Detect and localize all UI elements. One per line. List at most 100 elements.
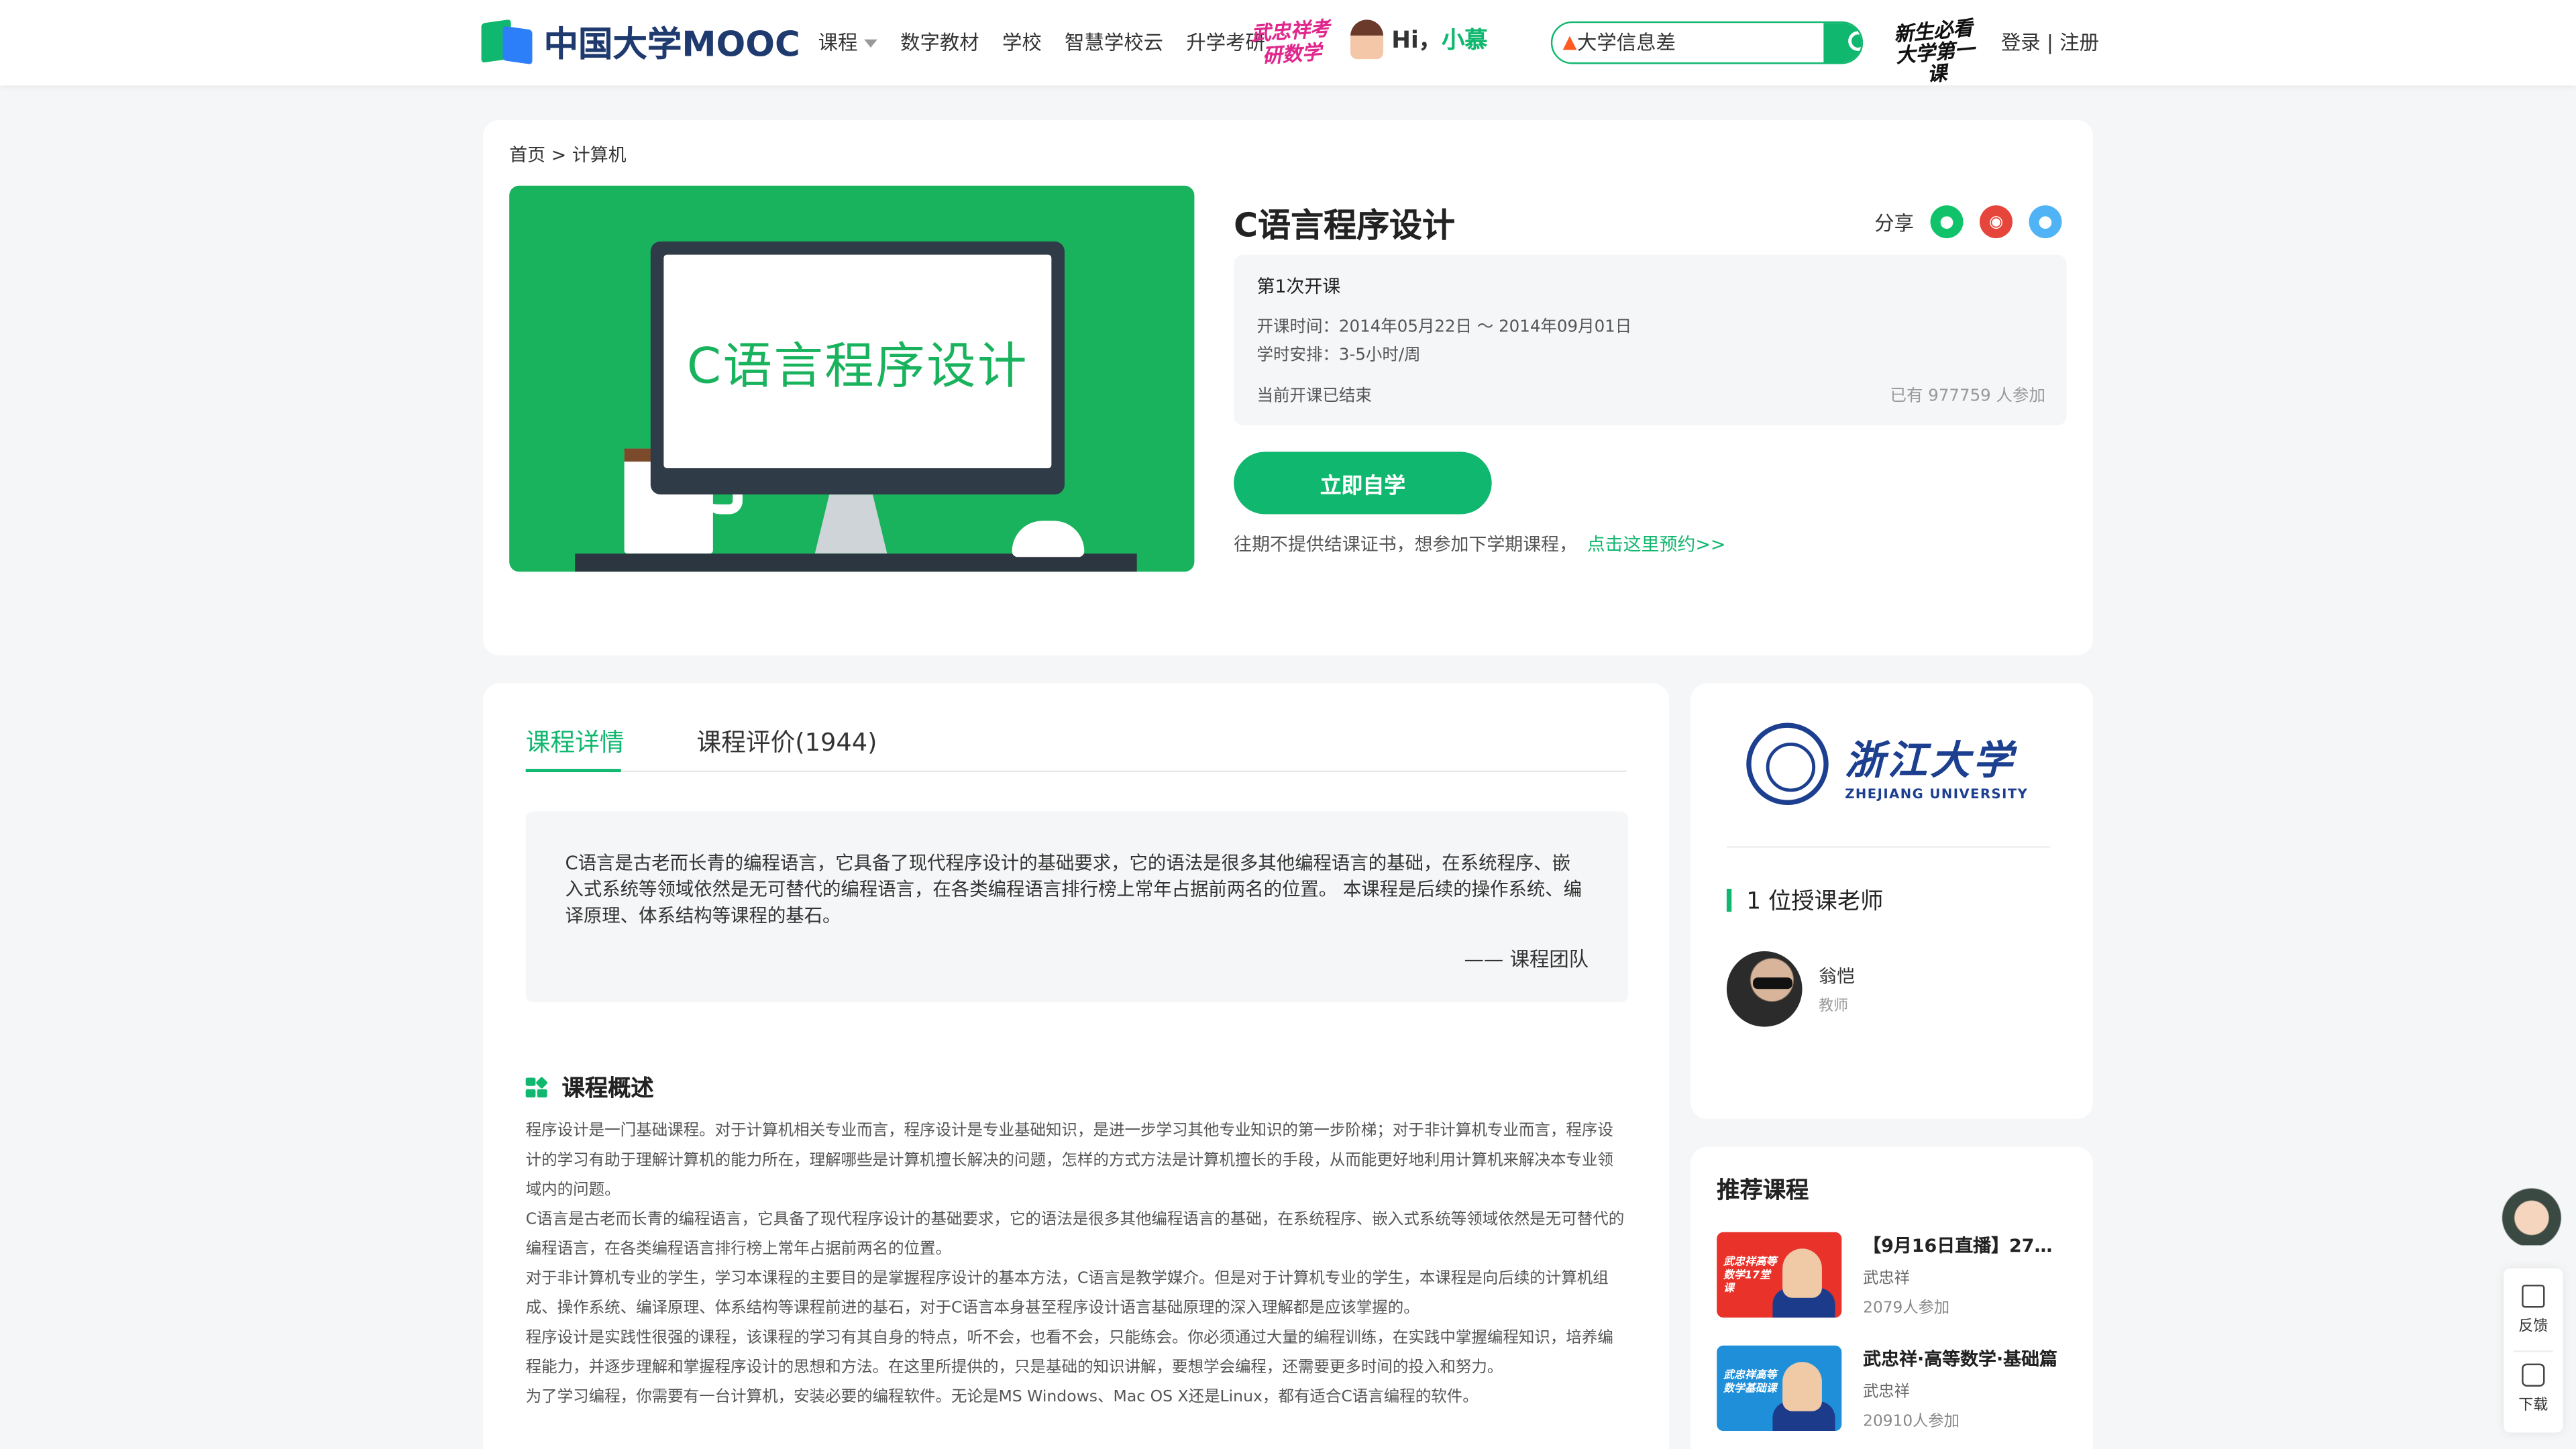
auth-links: 登录 | 注册 <box>2000 31 2100 54</box>
search-icon <box>1848 31 1862 51</box>
feedback-button[interactable]: 反馈 <box>2504 1285 2563 1336</box>
search-button[interactable] <box>1823 23 1862 63</box>
university-seal-icon <box>1746 722 1829 806</box>
logo-icon <box>481 19 537 65</box>
overview-title: 课程概述 <box>561 1076 654 1103</box>
greeting-prefix: Hi， <box>1391 28 1442 54</box>
logo-text: 中国大学MOOC <box>543 24 800 64</box>
participant-count: 已有 977759 人参加 <box>1890 387 2045 406</box>
share-bar: 分享 ● ◉ ● <box>1874 205 2062 239</box>
course-detail-card: 课程详情 课程评价(1944) C语言是古老而长青的编程语言，它具备了现代程序设… <box>483 683 1670 1449</box>
recommended-course-title: 【9月16日直播】27考研数学... <box>1863 1235 2067 1257</box>
feedback-label: 反馈 <box>2518 1319 2548 1336</box>
school-card: 浙江大学 ZHEJIANG UNIVERSITY 1 位授课老师 翁恺 教师 <box>1690 683 2094 1119</box>
tab-course-reviews[interactable]: 课程评价(1944) <box>696 724 877 759</box>
breadcrumb: 首页 > 计算机 <box>509 142 626 168</box>
teachers-heading: 1 位授课老师 <box>1726 884 1884 917</box>
recommended-course-title: 武忠祥·高等数学·基础篇 <box>1863 1348 2058 1371</box>
school-logo[interactable]: 浙江大学 ZHEJIANG UNIVERSITY <box>1746 722 2029 806</box>
nav-label: 课程 <box>818 31 858 54</box>
recommended-course-count: 2079人参加 <box>1863 1299 1950 1318</box>
intro-signature: —— 课程团队 <box>1464 948 1589 971</box>
course-thumbnail: 武忠祥高等数学17堂课 <box>1717 1232 1842 1318</box>
tab-course-detail[interactable]: 课程详情 <box>526 724 625 759</box>
teacher-avatar <box>1726 951 1803 1027</box>
mascot-avatar <box>1350 19 1384 60</box>
teacher-item[interactable]: 翁恺 教师 <box>1726 951 1855 1027</box>
recommended-courses-card: 推荐课程 武忠祥高等数学17堂课 【9月16日直播】27考研数学... 武忠祥 … <box>1690 1146 2094 1449</box>
next-term-note: 往期不提供结课证书，想参加下学期课程， 点击这里预约>> <box>1234 531 1725 557</box>
teacher-role: 教师 <box>1819 998 1849 1016</box>
school-name-en: ZHEJIANG UNIVERSITY <box>1845 786 2029 801</box>
thumbnail-text: 武忠祥高等数学17堂课 <box>1723 1255 1777 1295</box>
edit-icon <box>2522 1285 2545 1308</box>
overview-paragraph: 对于非计算机专业的学生，学习本课程的主要目的是掌握程序设计的基本方法，C语言是教… <box>525 1270 1609 1318</box>
time-label: 开课时间： <box>1256 319 1339 337</box>
register-link[interactable]: 注册 <box>2059 32 2099 54</box>
grid-icon <box>525 1075 548 1098</box>
mouse-illustration <box>1012 521 1085 557</box>
hours-value: 3-5小时/周 <box>1338 346 1421 365</box>
active-tab-indicator <box>525 769 621 773</box>
search-box: ▲ <box>1550 21 1864 64</box>
qq-icon[interactable]: ● <box>2029 205 2062 239</box>
site-logo[interactable]: 中国大学MOOC <box>481 19 800 65</box>
hours-label: 学时安排： <box>1256 346 1339 365</box>
nav-item-smart-school-cloud[interactable]: 智慧学校云 <box>1065 28 1163 56</box>
fire-icon: ▲ <box>1562 31 1577 53</box>
overview-paragraph: C语言是古老而长青的编程语言，它具备了现代程序设计的基础要求，它的语法是很多其他… <box>525 1210 1625 1258</box>
recommended-course-item[interactable]: 武忠祥高等数学基础课 武忠祥·高等数学·基础篇 武忠祥 20910人参加 <box>1717 1345 2070 1438</box>
detail-tabs: 课程详情 课程评价(1944) <box>525 723 1627 773</box>
recommended-course-author: 武忠祥 <box>1863 1270 1910 1289</box>
monitor-illustration: C语言程序设计 <box>650 241 1065 495</box>
course-thumbnail: 武忠祥高等数学基础课 <box>1717 1345 1842 1432</box>
recommended-course-count: 20910人参加 <box>1863 1413 1960 1432</box>
intro-text: C语言是古老而长青的编程语言，它具备了现代程序设计的基础要求，它的语法是很多其他… <box>565 853 1582 927</box>
course-title: C语言程序设计 <box>1234 205 1456 245</box>
cover-title: C语言程序设计 <box>686 338 1028 396</box>
login-link[interactable]: 登录 <box>2001 32 2041 54</box>
reserve-link[interactable]: 点击这里预约>> <box>1587 534 1726 555</box>
overview-body: 程序设计是一门基础课程。对于计算机相关专业而言，程序设计是专业基础知识，是进一步… <box>526 1117 1627 1413</box>
breadcrumb-separator: > <box>551 144 567 166</box>
chevron-down-icon <box>864 39 877 48</box>
course-header-card: 首页 > 计算机 C语言程序设计 C语言程序设计 分享 ● ◉ ● 第1次开课 … <box>483 119 2094 656</box>
main-nav: 课程 数字教材 学校 智慧学校云 升学考研 <box>818 28 1289 56</box>
download-button[interactable]: 下载 <box>2504 1363 2563 1415</box>
recommended-course-author: 武忠祥 <box>1863 1383 1910 1401</box>
nav-item-schools[interactable]: 学校 <box>1002 28 1042 56</box>
thumbnail-text: 武忠祥高等数学基础课 <box>1723 1368 1777 1395</box>
overview-paragraph: 程序设计是实践性很强的课程，该课程的学习有其自身的特点，听不会，也看不会，只能练… <box>525 1329 1613 1377</box>
assistant-mascot-icon[interactable] <box>2498 1173 2565 1246</box>
top-nav-bar: 中国大学MOOC 课程 数字教材 学校 智慧学校云 升学考研 武忠祥考研数学 H… <box>0 0 2576 86</box>
phone-icon <box>2522 1363 2545 1387</box>
school-name-zh: 浙江大学 <box>1845 737 2016 783</box>
overview-paragraph: 程序设计是一门基础课程。对于计算机相关专业而言，程序设计是专业基础知识，是进一步… <box>525 1122 1613 1199</box>
teachers-title: 1 位授课老师 <box>1746 888 1884 916</box>
share-label: 分享 <box>1874 211 1915 234</box>
promo-banner-freshman[interactable]: 新生必看大学第一课 <box>1886 16 1984 89</box>
search-input[interactable] <box>1577 23 1824 63</box>
promo-banner-math[interactable]: 武忠祥考研数学 <box>1247 17 1336 68</box>
greeting-text: Hi，小慕 <box>1391 23 1487 56</box>
side-toolbar: 反馈 下载 <box>2504 1268 2563 1433</box>
overview-heading: 课程概述 <box>525 1071 654 1104</box>
breadcrumb-current[interactable]: 计算机 <box>572 145 627 166</box>
course-cover-image: C语言程序设计 <box>509 185 1195 572</box>
time-value: 2014年05月22日 ～ 2014年09月01日 <box>1338 319 1632 337</box>
recommended-course-item[interactable]: 武忠祥高等数学17堂课 【9月16日直播】27考研数学... 武忠祥 2079人… <box>1717 1232 2070 1324</box>
term-info-box: 第1次开课 开课时间：2014年05月22日 ～ 2014年09月01日 学时安… <box>1234 254 2067 426</box>
self-study-button[interactable]: 立即自学 <box>1234 451 1492 515</box>
nav-item-digital-textbook[interactable]: 数字教材 <box>900 28 979 56</box>
recommend-title: 推荐课程 <box>1717 1177 1809 1205</box>
term-status: 当前开课已结束 <box>1256 387 1372 406</box>
breadcrumb-home[interactable]: 首页 <box>509 145 545 166</box>
course-intro-quote: C语言是古老而长青的编程语言，它具备了现代程序设计的基础要求，它的语法是很多其他… <box>525 811 1628 1002</box>
weibo-icon[interactable]: ◉ <box>1980 205 2013 239</box>
nav-item-courses[interactable]: 课程 <box>818 28 877 56</box>
greeting-name: 小慕 <box>1442 28 1488 54</box>
term-schedule: 开课时间：2014年05月22日 ～ 2014年09月01日 学时安排：3-5小… <box>1256 314 1631 370</box>
note-text: 往期不提供结课证书，想参加下学期课程， <box>1234 533 1578 555</box>
wechat-icon[interactable]: ● <box>1930 205 1964 239</box>
greeting[interactable]: Hi，小慕 <box>1350 19 1488 60</box>
